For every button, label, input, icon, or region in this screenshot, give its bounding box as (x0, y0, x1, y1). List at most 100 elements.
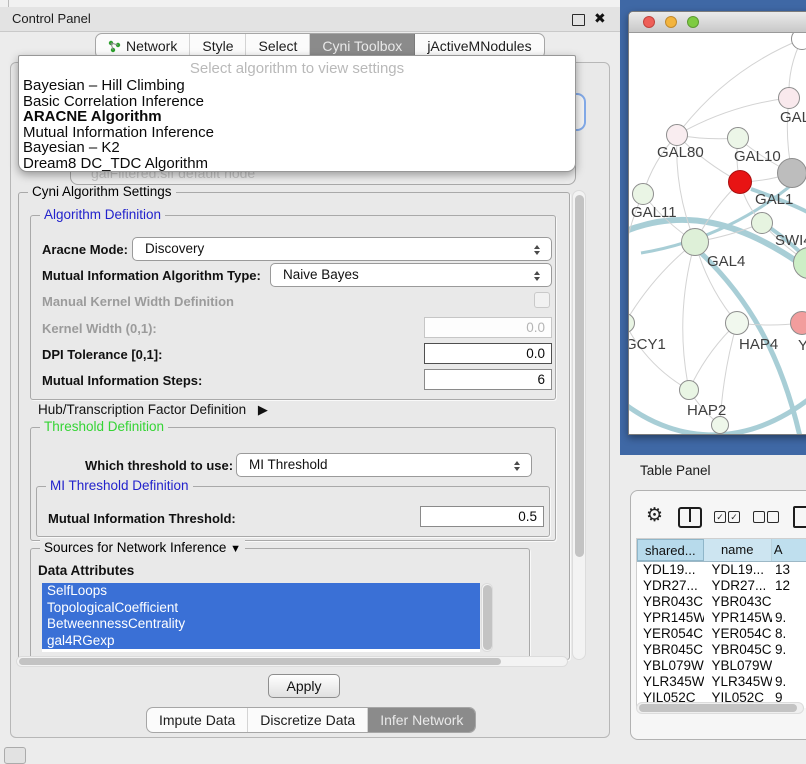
table-cell (772, 594, 806, 610)
manual-kernel-checkbox[interactable] (534, 292, 550, 308)
tab-jactivemnodules-label: jActiveMNodules (427, 38, 531, 54)
attribute-list-item[interactable]: SelfLoops (42, 583, 480, 600)
mi-threshold-field[interactable]: 0.5 (420, 506, 544, 527)
node-label: GAL10 (734, 148, 781, 165)
table-row[interactable]: YBR045CYBR045C9. (637, 642, 806, 658)
settings-vertical-scrollbar[interactable] (572, 190, 586, 660)
network-node-gal4[interactable] (681, 228, 709, 256)
algorithm-placeholder: Select algorithm to view settings (19, 59, 575, 78)
network-node-gal11[interactable] (632, 183, 654, 205)
table-row[interactable]: YBL079WYBL079W (637, 658, 806, 674)
close-traffic-light-icon[interactable] (643, 16, 655, 28)
network-canvas[interactable]: GALGAL80GAL10GAL1GAL11SWI4GAL4GCY1HAP4YH… (629, 33, 806, 434)
float-panel-icon[interactable] (572, 14, 585, 26)
scrollbar-thumb[interactable] (575, 195, 584, 557)
threshold-definition-title: Threshold Definition (40, 419, 168, 434)
network-node-gal10[interactable] (727, 127, 749, 149)
column-header-partial[interactable]: A (772, 539, 806, 561)
unchecked-checkbox-icon[interactable] (753, 511, 765, 523)
scrollbar-thumb[interactable] (639, 704, 797, 712)
scrollbar-thumb[interactable] (19, 658, 501, 665)
spinner-icon (534, 242, 542, 258)
mi-type-label: Mutual Information Algorithm Type: (42, 268, 261, 283)
close-icon[interactable]: ✖ (594, 10, 606, 27)
network-edge[interactable] (629, 242, 695, 323)
network-edge[interactable] (683, 242, 695, 390)
network-window[interactable]: GALGAL80GAL10GAL1GAL11SWI4GAL4GCY1HAP4YH… (628, 11, 806, 435)
apply-button[interactable]: Apply (268, 674, 340, 698)
attribute-list-item[interactable]: gal4RGexp (42, 633, 480, 650)
collapsed-panel-button[interactable] (4, 747, 26, 764)
tab-discretize-data[interactable]: Discretize Data (248, 708, 368, 732)
data-attributes-label: Data Attributes (38, 563, 134, 578)
settings-horizontal-scrollbar[interactable] (16, 656, 568, 667)
unchecked-checkbox-icon[interactable] (767, 511, 779, 523)
network-node-gal-pink[interactable] (778, 87, 800, 109)
page-icon[interactable] (793, 506, 806, 528)
mi-threshold-title: MI Threshold Definition (46, 478, 193, 493)
tab-discretize-data-label: Discretize Data (260, 712, 355, 728)
table-header: shared... name A (637, 539, 806, 562)
which-threshold-select[interactable]: MI Threshold (236, 453, 532, 477)
network-icon (108, 40, 121, 53)
data-attributes-list[interactable]: SelfLoopsTopologicalCoefficientBetweenne… (42, 583, 480, 652)
algorithm-option[interactable]: Bayesian – Hill Climbing (19, 78, 575, 94)
algorithm-option[interactable]: Basic Correlation Inference (19, 94, 575, 110)
checked-checkbox-icon[interactable]: ✓ (714, 511, 726, 523)
panel-title: Control Panel (12, 11, 91, 26)
column-header-shared[interactable]: shared... (637, 539, 704, 561)
checked-checkbox-icon[interactable]: ✓ (728, 511, 740, 523)
split-columns-icon[interactable] (678, 507, 702, 528)
mi-algorithm-type-select[interactable]: Naive Bayes (270, 263, 552, 287)
scrollbar-thumb[interactable] (483, 585, 492, 650)
gear-icon[interactable]: ⚙ (646, 504, 663, 527)
sources-title: Sources for Network Inference ▼ (40, 540, 245, 555)
collapse-arrow-icon[interactable]: ▼ (230, 543, 241, 555)
aracne-mode-select[interactable]: Discovery (132, 237, 552, 261)
table-row[interactable]: YBR043CYBR043C (637, 594, 806, 610)
hub-definition-toggle[interactable]: Hub/Transcription Factor Definition ▶ (38, 402, 268, 418)
network-node-gal1-red[interactable] (728, 170, 752, 194)
kernel-width-field[interactable]: 0.0 (424, 317, 552, 338)
table-row[interactable]: YLR345WYLR345W9. (637, 674, 806, 690)
node-label: GCY1 (629, 336, 666, 353)
attribute-list-item[interactable]: BetweennessCentrality (42, 616, 480, 633)
table-cell: YLR345W (637, 674, 704, 690)
algorithm-option[interactable]: Mutual Information Inference (19, 125, 575, 141)
network-window-titlebar[interactable] (629, 12, 806, 33)
tab-impute-data[interactable]: Impute Data (147, 708, 248, 732)
node-label: Y (798, 337, 806, 354)
node-label: GAL11 (631, 204, 677, 221)
table-row[interactable]: YDR27...YDR27...12 (637, 578, 806, 594)
minimize-traffic-light-icon[interactable] (665, 16, 677, 28)
tab-infer-network[interactable]: Infer Network (368, 708, 475, 732)
network-node-swi4[interactable] (751, 212, 773, 234)
network-node-gal80[interactable] (666, 124, 688, 146)
algorithm-option[interactable]: ARACNE Algorithm (19, 109, 575, 125)
mi-type-value: Naive Bayes (283, 267, 359, 282)
algorithm-option[interactable]: Bayesian – K2 (19, 140, 575, 156)
dpi-tolerance-field[interactable]: 0.0 (424, 343, 552, 364)
node-table: shared... name A YDL19...YDL19...13YDR27… (636, 538, 806, 708)
algorithm-option[interactable]: Dream8 DC_TDC Algorithm (19, 156, 575, 172)
table-row[interactable]: YDL19...YDL19...13 (637, 562, 806, 578)
table-row[interactable]: YPR145WYPR145W9. (637, 610, 806, 626)
which-threshold-value: MI Threshold (249, 457, 328, 472)
node-label: GAL80 (657, 144, 704, 161)
table-horizontal-scrollbar[interactable] (636, 702, 804, 714)
network-edge[interactable] (629, 323, 689, 390)
mi-steps-field[interactable]: 6 (424, 369, 552, 390)
table-cell (772, 658, 806, 674)
table-cell: YDR27... (637, 578, 704, 594)
table-row[interactable]: YER054CYER054C8. (637, 626, 806, 642)
table-cell: YBR045C (637, 642, 704, 658)
network-node-hap4[interactable] (725, 311, 749, 335)
column-header-name[interactable]: name (704, 539, 772, 561)
algorithm-dropdown-list: Select algorithm to view settings Bayesi… (18, 55, 576, 172)
zoom-traffic-light-icon[interactable] (687, 16, 699, 28)
control-panel-titlebar: Control Panel ✖ (0, 7, 620, 32)
attribute-list-item[interactable]: TopologicalCoefficient (42, 600, 480, 617)
network-node-gray[interactable] (777, 158, 806, 188)
network-node-hap2[interactable] (679, 380, 699, 400)
attributes-scrollbar[interactable] (481, 583, 493, 652)
